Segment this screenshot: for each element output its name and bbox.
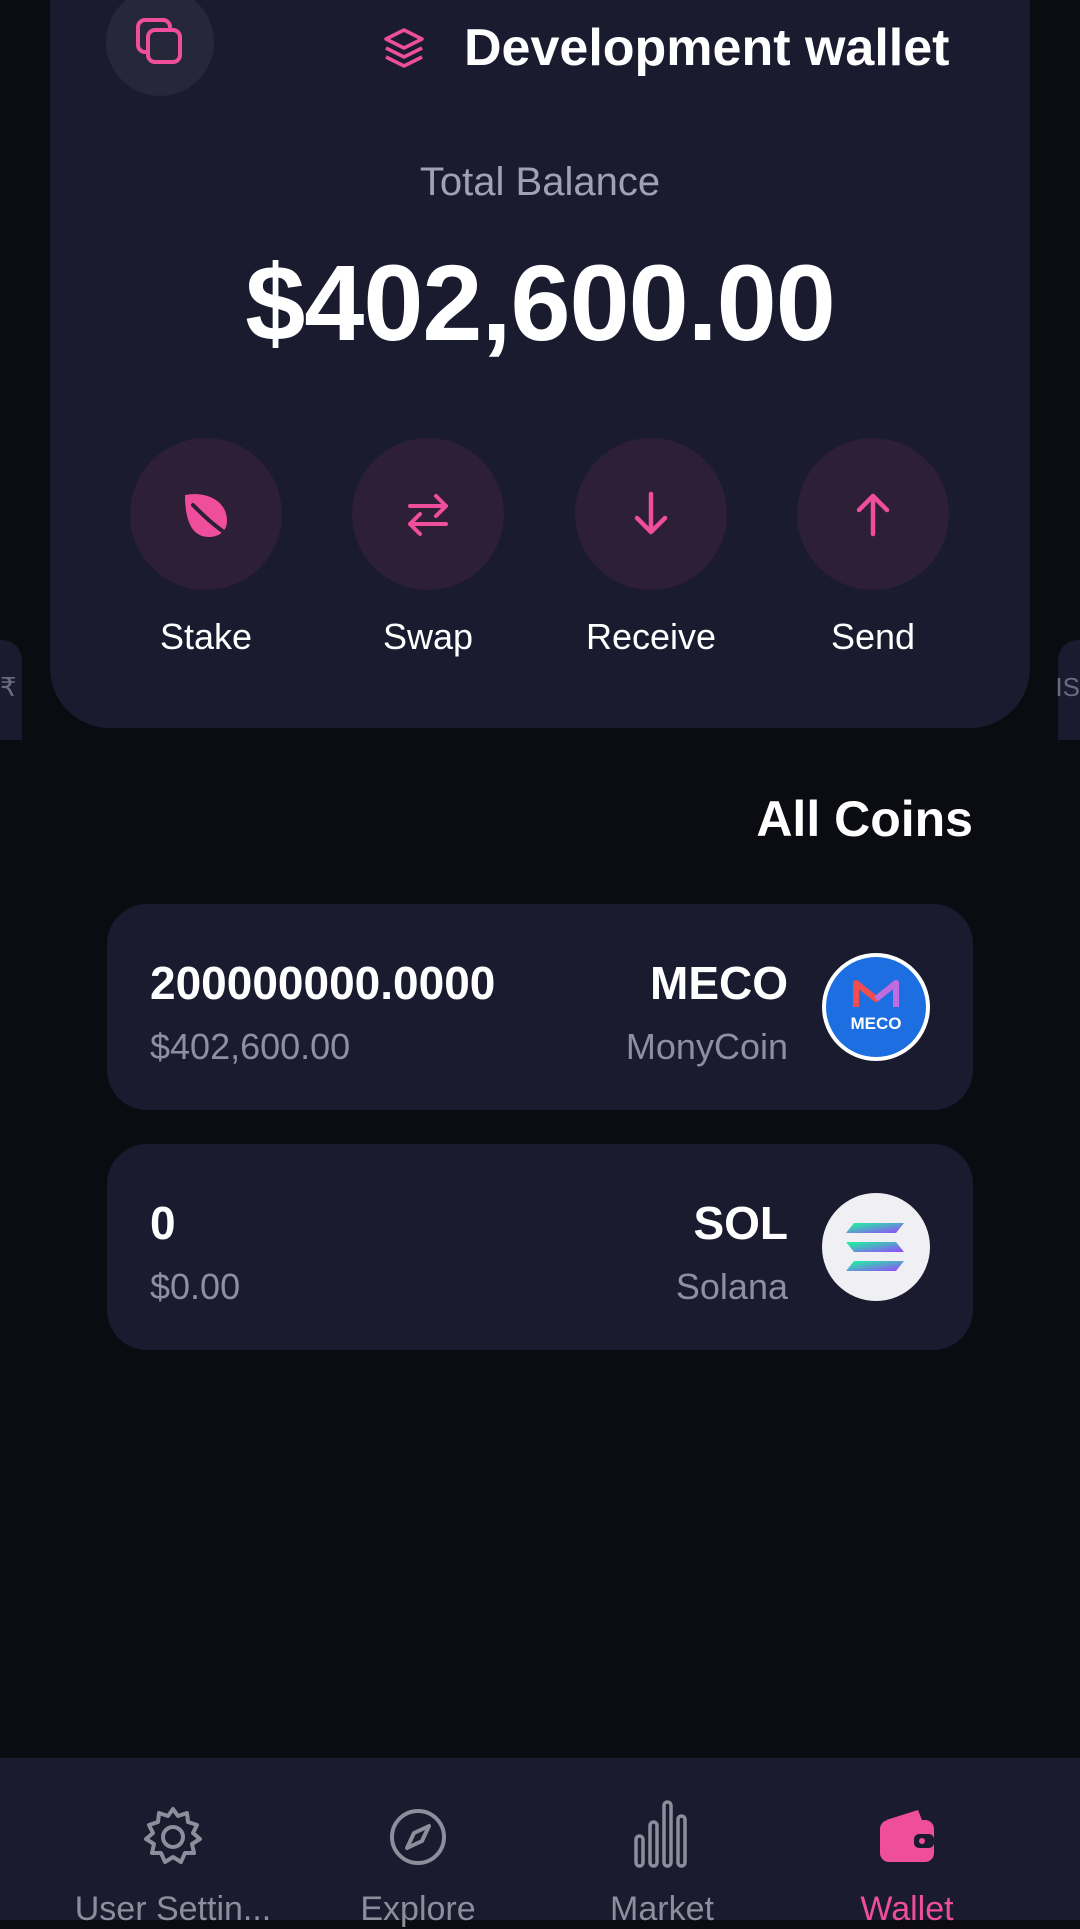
swap-label: Swap	[382, 616, 474, 657]
swap-arrows-icon	[408, 494, 448, 536]
stake-button-circle[interactable]	[130, 438, 282, 590]
stake-label: Stake	[159, 616, 253, 657]
wallet-name: Development wallet	[464, 19, 950, 77]
leaf-icon	[185, 494, 233, 539]
bar-chart-icon	[634, 1800, 687, 1868]
send-label: Send	[830, 616, 916, 657]
receive-label: Receive	[585, 616, 717, 657]
all-coins-heading: All Coins	[756, 791, 973, 847]
nav-market[interactable]: Market	[527, 1758, 797, 1928]
stake-button[interactable]: Stake	[106, 438, 306, 658]
action-buttons: Stake Swap Receive Send	[0, 438, 1080, 668]
coin-name: MonyCoin	[625, 1026, 788, 1067]
coin-amount: 200000000.0000	[150, 957, 496, 1009]
wallet-title-row[interactable]: Development wallet	[380, 10, 949, 86]
coin-card-sol[interactable]: 0 $0.00 SOL Solana	[107, 1144, 973, 1350]
coin-usd-value: $0.00	[150, 1266, 241, 1307]
swap-button-circle[interactable]	[352, 438, 504, 590]
swap-button[interactable]: Swap	[328, 438, 528, 658]
total-balance-value: $402,600.00	[245, 242, 836, 363]
nav-explore[interactable]: Explore	[283, 1758, 553, 1928]
coin-usd-value: $402,600.00	[150, 1026, 351, 1067]
coin-amount: 0	[150, 1197, 176, 1249]
bottom-navigation: User Settin... Explore Market Wallet	[0, 1758, 1080, 1928]
total-balance-label: Total Balance	[419, 160, 661, 204]
layers-icon	[384, 28, 424, 68]
meco-logo-text: MECO	[851, 1014, 902, 1033]
nav-wallet[interactable]: Wallet	[772, 1758, 1042, 1928]
compass-icon	[390, 1809, 446, 1865]
gear-icon	[144, 1807, 202, 1864]
nav-user-settings[interactable]: User Settin...	[38, 1758, 308, 1928]
arrow-down-icon	[634, 491, 668, 535]
solana-logo	[822, 1193, 930, 1301]
wallet-icon	[880, 1810, 934, 1862]
coin-name: Solana	[675, 1266, 788, 1307]
previous-card-peek-text: ₹	[0, 672, 17, 702]
next-card-peek-text: IS	[1055, 672, 1080, 702]
receive-button-circle[interactable]	[575, 438, 727, 590]
nav-explore-label: Explore	[360, 1890, 476, 1928]
send-button[interactable]: Send	[773, 438, 973, 658]
nav-market-label: Market	[610, 1890, 714, 1928]
nav-wallet-label: Wallet	[860, 1890, 954, 1928]
meco-logo: MECO	[822, 953, 930, 1061]
receive-button[interactable]: Receive	[551, 438, 751, 658]
coin-symbol: MECO	[650, 957, 788, 1009]
copy-layers-icon	[136, 18, 182, 64]
coin-symbol: SOL	[693, 1197, 788, 1249]
nav-user-settings-label: User Settin...	[74, 1890, 272, 1928]
coin-card-meco[interactable]: 200000000.0000 $402,600.00 MECO MonyCoin…	[107, 904, 973, 1110]
arrow-up-icon	[856, 493, 890, 537]
send-button-circle[interactable]	[797, 438, 949, 590]
